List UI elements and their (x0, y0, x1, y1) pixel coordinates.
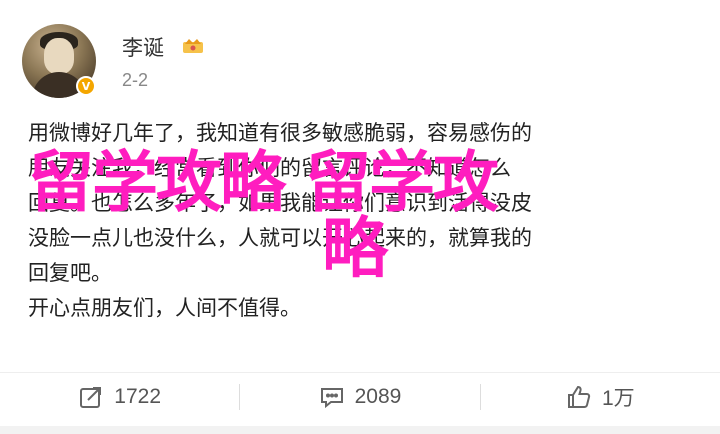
bottom-divider (0, 426, 720, 434)
repost-count: 1722 (114, 385, 162, 408)
post-header: V 李诞 2-2 (22, 18, 702, 98)
repost-button[interactable]: 1722 (0, 384, 239, 410)
post-date: 2-2 (122, 70, 149, 90)
post-line: 开心点朋友们，人间不值得。 (28, 296, 301, 320)
like-count: 1万 (601, 387, 635, 410)
repost-icon (80, 387, 102, 408)
author-name[interactable]: 李诞 (122, 32, 164, 62)
watermark-overlay-text: 留学攻略 留学攻 (28, 144, 499, 221)
comment-count: 2089 (354, 385, 402, 408)
comment-icon (320, 388, 343, 409)
comment-button[interactable]: 2089 (240, 384, 479, 410)
like-button[interactable]: 1万 (481, 382, 720, 412)
action-bar: 1722 2089 1万 (0, 372, 720, 421)
watermark-overlay-text-2: 略 (322, 210, 388, 287)
thumbs-up-icon (567, 385, 591, 408)
verified-v-icon: V (76, 76, 96, 96)
crown-icon (183, 39, 203, 53)
